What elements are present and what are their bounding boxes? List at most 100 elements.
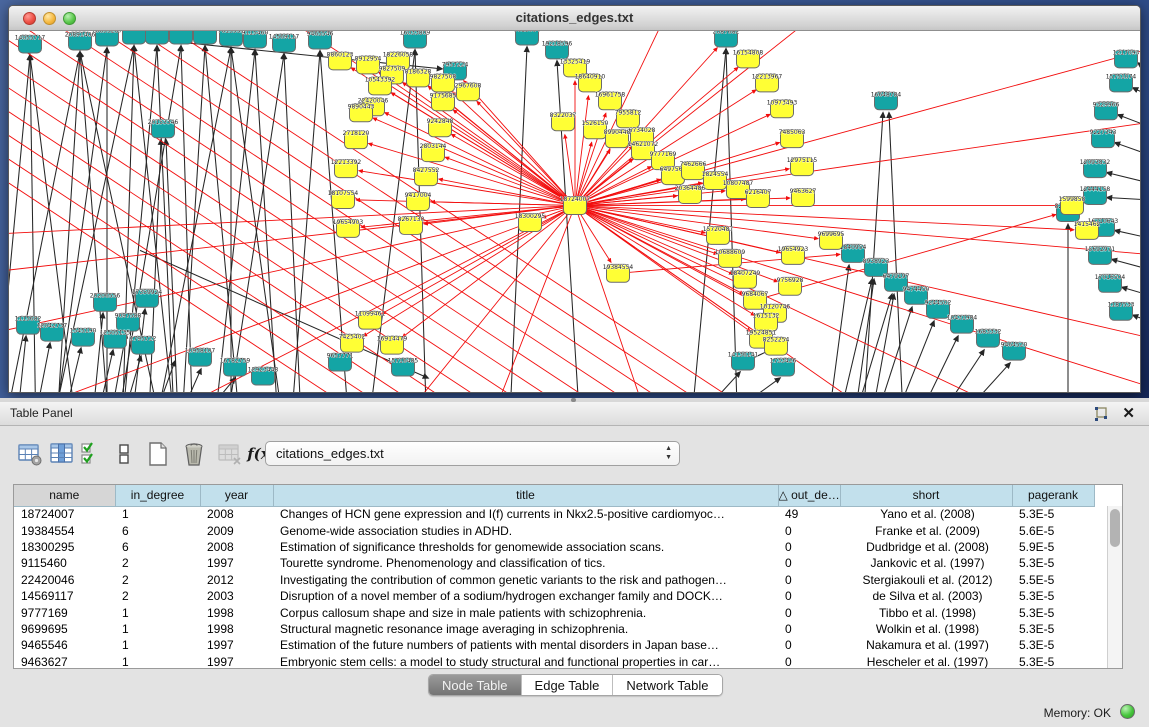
column-header-short[interactable]: short [840, 485, 1012, 506]
table-select-dropdown[interactable]: citations_edges.txt ▲▼ [265, 441, 680, 466]
table-tabs-row: Node TableEdge TableNetwork Table [0, 669, 1149, 699]
tab-network-table[interactable]: Network Table [613, 675, 721, 695]
network-node-label: 9474450 [903, 286, 930, 293]
network-node-label: 8860123 [327, 51, 354, 58]
table-row[interactable]: 977716911998Corpus callosum shape and si… [14, 604, 1094, 620]
table-cell: 9463627 [14, 654, 115, 669]
network-edge [726, 49, 746, 392]
network-node-label: 1599858 [1059, 196, 1086, 203]
network-node-label: 20364486 [675, 185, 706, 192]
table-row[interactable]: 969969511998Structural magnetic resonanc… [14, 621, 1094, 637]
row-height-icon[interactable] [110, 440, 138, 468]
table-row[interactable]: 1938455462009Genome-wide association stu… [14, 522, 1094, 538]
table-row[interactable]: 946554611997Estimation of the future num… [14, 637, 1094, 653]
table-cell: 1997 [200, 555, 273, 571]
network-node-label: 19654923 [778, 246, 809, 253]
float-panel-icon[interactable] [1093, 406, 1109, 422]
network-edge [184, 54, 284, 392]
table-cell: 5.6E-5 [1012, 522, 1094, 538]
table-cell: Investigating the contribution of common… [273, 572, 778, 588]
table-cell: Disruption of a novel member of a sodium… [273, 588, 778, 604]
network-edge [1122, 287, 1140, 298]
network-edge [1112, 259, 1140, 272]
table-cell: Stergiakouli et al. (2012) [840, 572, 1012, 588]
table-cell: 5.3E-5 [1012, 637, 1094, 653]
table-type-switcher: Node TableEdge TableNetwork Table [428, 674, 723, 696]
close-panel-icon[interactable]: ✕ [1122, 404, 1135, 422]
table-cell: 14569117 [14, 588, 115, 604]
table-cell: 2008 [200, 539, 273, 555]
network-node-label: 9756928 [777, 277, 804, 284]
network-node-label: 10807487 [723, 180, 754, 187]
network-node-label: 9175685 [430, 92, 457, 99]
network-node-label: 6216407 [745, 189, 772, 196]
network-node-label: 6479197 [883, 273, 910, 280]
table-cell: 49 [778, 506, 840, 522]
network-edge [557, 61, 597, 392]
table-cell: 6 [115, 522, 200, 538]
tab-node-table[interactable]: Node Table [429, 675, 522, 695]
column-header-pagerank[interactable]: pagerank [1012, 485, 1094, 506]
network-node-label: 7485063 [779, 129, 806, 136]
select-columns-icon[interactable] [48, 440, 76, 468]
network-node-label: 9329966 [1093, 101, 1120, 108]
network-canvas[interactable]: 1405571720891406106532871527602646616110… [9, 31, 1140, 392]
network-node-label: 8427552 [413, 167, 440, 174]
table-cell: 2012 [200, 572, 273, 588]
table-cell: Corpus callosum shape and size in male p… [273, 604, 778, 620]
network-node[interactable] [146, 31, 169, 44]
network-edge [758, 378, 780, 392]
network-desktop: citations_edges.txt 14055717208914061065… [0, 0, 1149, 398]
network-node-label: 9827509 [379, 65, 406, 72]
network-node-label: 8186328 [405, 68, 432, 75]
network-edge [1138, 63, 1140, 79]
table-settings-icon[interactable] [16, 440, 44, 468]
delete-table-icon[interactable] [180, 440, 208, 468]
network-node[interactable] [170, 31, 193, 44]
column-header-in_degree[interactable]: in_degree [115, 485, 200, 506]
network-node-label: 1824554 [702, 171, 729, 178]
network-node[interactable] [194, 31, 217, 44]
network-edge [575, 206, 718, 255]
table-cell: 9465546 [14, 637, 115, 653]
network-node-label: 12505135 [100, 330, 131, 337]
network-node-label: 9465546 [307, 31, 334, 37]
scrollbar-thumb[interactable] [1110, 509, 1120, 547]
table-row[interactable]: 1456911722003Disruption of a novel membe… [14, 588, 1094, 604]
network-node-label: 18640910 [575, 73, 606, 80]
network-view[interactable]: 1405571720891406106532871527602646616110… [9, 31, 1140, 392]
new-table-icon[interactable] [144, 440, 172, 468]
network-node-label: 14569117 [269, 33, 300, 40]
network-edge [1118, 115, 1140, 131]
select-rows-icon[interactable] [78, 440, 106, 468]
network-edge [862, 294, 892, 392]
network-node-label: 12975115 [787, 157, 818, 164]
network-node-label: 14136141 [728, 352, 759, 359]
network-node-label: 20153346 [148, 119, 179, 126]
network-node-label: 8252254 [763, 337, 790, 344]
network-edge [500, 206, 575, 392]
vertical-scrollbar[interactable] [1107, 506, 1122, 668]
network-edge [575, 206, 1140, 390]
column-header-out_de[interactable]: △ out_de… [778, 485, 840, 506]
network-node-label: 8938923 [863, 258, 890, 265]
network-node-label: 9827508 [430, 73, 457, 80]
column-header-title[interactable]: title [273, 485, 778, 506]
table-row[interactable]: 1830029562008Estimation of significance … [14, 539, 1094, 555]
network-edge [876, 294, 894, 392]
network-node-label: 9684067 [742, 291, 769, 298]
tab-edge-table[interactable]: Edge Table [522, 675, 614, 695]
table-row[interactable]: 2242004622012Investigating the contribut… [14, 572, 1094, 588]
table-cell: 22420046 [14, 572, 115, 588]
table-cell: 1 [115, 654, 200, 669]
table-cell: 0 [778, 654, 840, 669]
table-row[interactable]: 1872400712008Changes of HCN gene express… [14, 506, 1094, 522]
column-header-name[interactable]: name [14, 485, 115, 506]
table-row[interactable]: 946362711997Embryonic stem cells: a mode… [14, 654, 1094, 669]
network-edge [884, 307, 912, 392]
column-header-year[interactable]: year [200, 485, 273, 506]
memory-status-icon[interactable] [1120, 704, 1135, 719]
table-cell: 2009 [200, 522, 273, 538]
table-row[interactable]: 911546021997Tourette syndrome. Phenomeno… [14, 555, 1094, 571]
network-node[interactable] [123, 31, 146, 44]
